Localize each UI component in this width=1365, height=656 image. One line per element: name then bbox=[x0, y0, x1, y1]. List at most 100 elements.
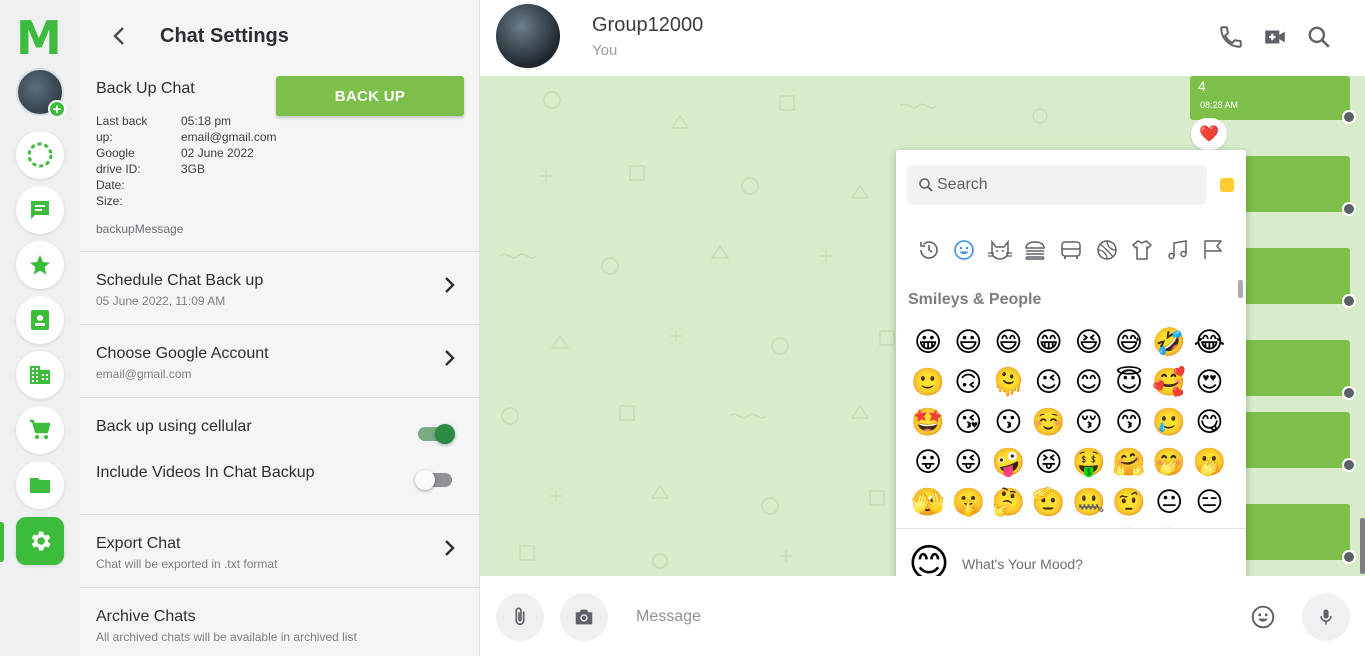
voice-record-button[interactable] bbox=[1302, 593, 1350, 641]
status-button[interactable] bbox=[16, 131, 64, 179]
chats-button[interactable] bbox=[16, 186, 64, 234]
archive-chats-row[interactable]: Archive Chats All archived chats will be… bbox=[80, 588, 480, 656]
search-icon[interactable] bbox=[1306, 24, 1332, 50]
row-title: Schedule Chat Back up bbox=[96, 272, 264, 289]
add-status-icon[interactable]: + bbox=[48, 100, 66, 118]
emoji-item[interactable]: 😄 bbox=[988, 322, 1028, 362]
skin-tone-selector[interactable] bbox=[1220, 178, 1234, 192]
emoji-item[interactable]: 🫢 bbox=[1189, 442, 1229, 482]
google-account-row[interactable]: Choose Google Account email@gmail.com bbox=[80, 325, 480, 398]
emoji-item[interactable]: 🥲 bbox=[1149, 402, 1189, 442]
category-tab-recent[interactable] bbox=[911, 236, 947, 264]
emoji-item[interactable]: 😋 bbox=[1189, 402, 1229, 442]
group-avatar[interactable] bbox=[496, 4, 560, 68]
emoji-item[interactable]: 🤫 bbox=[948, 482, 988, 522]
emoji-item[interactable]: 😇 bbox=[1109, 362, 1149, 402]
emoji-item[interactable]: 🤣 bbox=[1149, 322, 1189, 362]
emoji-search-input[interactable] bbox=[907, 165, 1207, 205]
emoji-item[interactable]: 😂 bbox=[1189, 322, 1229, 362]
row-subtitle: 05 June 2022, 11:09 AM bbox=[96, 294, 226, 308]
cellular-toggle[interactable] bbox=[418, 424, 455, 444]
emoji-item[interactable]: 😗 bbox=[988, 402, 1028, 442]
emoji-item[interactable]: 🫣 bbox=[908, 482, 948, 522]
emoji-item[interactable]: 🤪 bbox=[988, 442, 1028, 482]
emoji-item[interactable]: 😘 bbox=[948, 402, 988, 442]
category-tab-activity[interactable] bbox=[1089, 236, 1125, 264]
meta-value: 02 June 2022 bbox=[181, 146, 254, 160]
category-tab-animals[interactable] bbox=[982, 236, 1018, 264]
emoji-item[interactable]: 🙃 bbox=[948, 362, 988, 402]
food-icon bbox=[1025, 241, 1046, 260]
emoji-item[interactable]: 😃 bbox=[948, 322, 988, 362]
emoji-item[interactable]: ☺️ bbox=[1029, 402, 1069, 442]
emoji-item[interactable]: 🫡 bbox=[1029, 482, 1069, 522]
emoji-item[interactable]: 😀 bbox=[908, 322, 948, 362]
contacts-button[interactable] bbox=[16, 296, 64, 344]
chat-settings-panel: Chat Settings Back Up Chat BACK UP Last … bbox=[80, 0, 480, 656]
settings-header: Chat Settings bbox=[80, 0, 480, 72]
emoji-item[interactable]: 😁 bbox=[1029, 322, 1069, 362]
scroll-thumb[interactable] bbox=[1360, 518, 1365, 574]
emoji-item[interactable]: 😊 bbox=[1069, 362, 1109, 402]
emoji-button[interactable] bbox=[1246, 600, 1280, 634]
profile-avatar[interactable]: + bbox=[16, 68, 66, 118]
business-button[interactable] bbox=[16, 351, 64, 399]
phone-icon[interactable] bbox=[1218, 24, 1244, 50]
emoji-item[interactable]: 😍 bbox=[1189, 362, 1229, 402]
emoji-item[interactable]: 🫠 bbox=[988, 362, 1028, 402]
emoji-item[interactable]: 🤔 bbox=[988, 482, 1028, 522]
category-tab-flags[interactable] bbox=[1196, 236, 1232, 264]
chat-name[interactable]: Group12000 bbox=[592, 14, 703, 37]
category-tab-food[interactable] bbox=[1018, 236, 1054, 264]
schedule-backup-row[interactable]: Schedule Chat Back up 05 June 2022, 11:0… bbox=[80, 252, 480, 325]
category-tab-music[interactable] bbox=[1160, 236, 1196, 264]
starred-button[interactable] bbox=[16, 241, 64, 289]
settings-button[interactable] bbox=[16, 517, 64, 565]
category-tab-objects[interactable] bbox=[1124, 236, 1160, 264]
message-input[interactable] bbox=[628, 600, 1228, 634]
emoji-item[interactable]: 🤩 bbox=[908, 402, 948, 442]
emoji-item[interactable]: 🥰 bbox=[1149, 362, 1189, 402]
chat-scrollbar[interactable] bbox=[1359, 76, 1365, 576]
emoji-item[interactable]: 😅 bbox=[1109, 322, 1149, 362]
meta-label: Last back bbox=[96, 114, 148, 128]
emoji-item[interactable]: 😑 bbox=[1189, 482, 1229, 522]
category-tab-travel[interactable] bbox=[1053, 236, 1089, 264]
emoji-item[interactable]: 😝 bbox=[1029, 442, 1069, 482]
reaction-badge[interactable]: ❤️ bbox=[1191, 118, 1227, 150]
recent-icon bbox=[919, 241, 938, 259]
files-button[interactable] bbox=[16, 461, 64, 509]
back-arrow-icon[interactable] bbox=[108, 24, 132, 48]
message-status-icon bbox=[1342, 294, 1356, 308]
emoji-item[interactable]: 🤭 bbox=[1149, 442, 1189, 482]
cart-button[interactable] bbox=[16, 406, 64, 454]
videos-toggle[interactable] bbox=[415, 470, 452, 490]
export-chat-row[interactable]: Export Chat Chat will be exported in .tx… bbox=[80, 515, 480, 588]
category-tab-smileys[interactable] bbox=[947, 236, 983, 264]
emoji-item[interactable]: 😙 bbox=[1109, 402, 1149, 442]
meta-value: email@gmail.com bbox=[181, 130, 277, 144]
emoji-item[interactable]: 😜 bbox=[948, 442, 988, 482]
emoji-item[interactable]: 😆 bbox=[1069, 322, 1109, 362]
music-icon bbox=[1167, 240, 1187, 260]
attach-button[interactable] bbox=[496, 593, 544, 641]
emoji-item[interactable]: 😛 bbox=[908, 442, 948, 482]
emoji-item[interactable]: 🙂 bbox=[908, 362, 948, 402]
message-status-icon bbox=[1342, 386, 1356, 400]
emoji-item[interactable]: 🤑 bbox=[1069, 442, 1109, 482]
emoji-item[interactable]: 🤐 bbox=[1069, 482, 1109, 522]
video-call-icon[interactable] bbox=[1262, 24, 1288, 50]
app-logo[interactable]: M bbox=[16, 15, 62, 61]
emoji-icon bbox=[1251, 605, 1275, 629]
emoji-item[interactable]: 😉 bbox=[1029, 362, 1069, 402]
gear-icon bbox=[31, 531, 51, 551]
picker-scrollbar[interactable] bbox=[1238, 280, 1243, 298]
chat-header: Group12000 You bbox=[480, 0, 1365, 76]
emoji-item[interactable]: 🤗 bbox=[1109, 442, 1149, 482]
back-up-button[interactable]: BACK UP bbox=[276, 76, 464, 116]
emoji-item[interactable]: 🤨 bbox=[1109, 482, 1149, 522]
message-bubble[interactable]: 4 08:28 AM bbox=[1190, 76, 1356, 124]
emoji-item[interactable]: 😚 bbox=[1069, 402, 1109, 442]
emoji-item[interactable]: 😐 bbox=[1149, 482, 1189, 522]
camera-button[interactable] bbox=[560, 593, 608, 641]
